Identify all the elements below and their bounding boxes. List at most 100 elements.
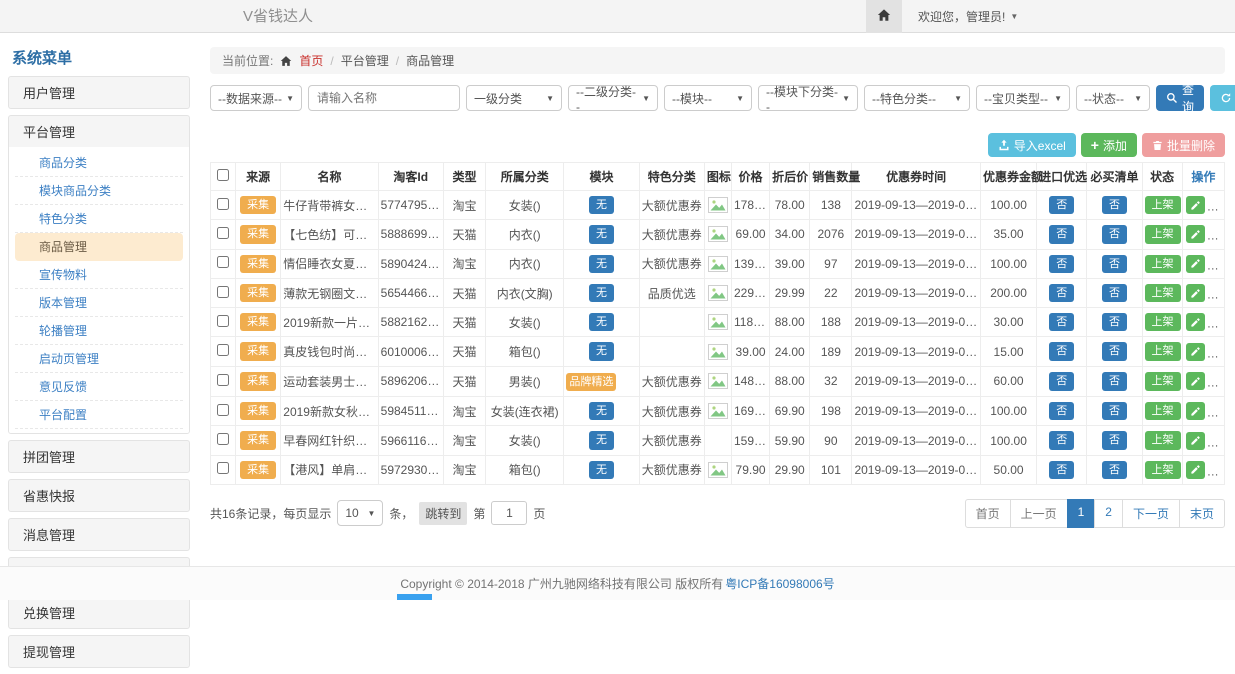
sidebar-subitem[interactable]: 模块商品分类	[15, 177, 183, 205]
row-checkbox[interactable]	[217, 374, 229, 386]
sidebar-subitem-active[interactable]: 商品管理	[15, 233, 183, 261]
batch-delete-button[interactable]: 批量删除	[1142, 133, 1225, 157]
edit-button[interactable]	[1186, 255, 1205, 273]
sidebar-subitem[interactable]: 启动页管理	[15, 345, 183, 373]
row-checkbox[interactable]	[217, 227, 229, 239]
sidebar-subitem[interactable]: 轮播管理	[15, 317, 183, 345]
edit-button[interactable]	[1186, 284, 1205, 302]
edit-button[interactable]	[1186, 372, 1205, 390]
must-buy-toggle[interactable]: 否	[1102, 313, 1127, 331]
row-checkbox[interactable]	[217, 344, 229, 356]
pager-button[interactable]: 末页	[1179, 499, 1225, 528]
add-button[interactable]: + 添加	[1081, 133, 1137, 157]
sidebar-subitem[interactable]: 宣传物料	[15, 261, 183, 289]
import-select-toggle[interactable]: 否	[1049, 225, 1074, 243]
must-buy-toggle[interactable]: 否	[1102, 284, 1127, 302]
search-button[interactable]: 查询	[1156, 85, 1204, 111]
must-buy-toggle[interactable]: 否	[1102, 225, 1127, 243]
must-buy-toggle[interactable]: 否	[1102, 431, 1127, 449]
import-excel-button[interactable]: 导入excel	[988, 133, 1076, 157]
import-select-toggle[interactable]: 否	[1049, 196, 1074, 214]
select-all-checkbox[interactable]	[217, 169, 229, 181]
pager-button[interactable]: 首页	[965, 499, 1011, 528]
filter-item-type[interactable]: --宝贝类型--▼	[976, 85, 1070, 111]
import-select-toggle[interactable]: 否	[1049, 284, 1074, 302]
status-toggle[interactable]: 上架	[1145, 313, 1181, 331]
row-checkbox[interactable]	[217, 315, 229, 327]
import-select-toggle[interactable]: 否	[1049, 342, 1074, 360]
sidebar-subitem[interactable]: 意见反馈	[15, 373, 183, 401]
import-select-toggle[interactable]: 否	[1049, 461, 1074, 479]
edit-button[interactable]	[1186, 402, 1205, 420]
cell-must-buy: 否	[1087, 455, 1142, 484]
sidebar-subitem[interactable]: 版本管理	[15, 289, 183, 317]
pager-button[interactable]: 上一页	[1010, 499, 1068, 528]
status-toggle[interactable]: 上架	[1145, 225, 1181, 243]
sidebar-item-user-management[interactable]: 用户管理	[9, 77, 189, 108]
import-select-toggle[interactable]: 否	[1049, 431, 1074, 449]
import-select-toggle[interactable]: 否	[1049, 372, 1074, 390]
edit-button[interactable]	[1186, 313, 1205, 331]
edit-button[interactable]	[1186, 432, 1205, 450]
page-number-input[interactable]	[491, 501, 527, 525]
sidebar-item-withdrawal-management[interactable]: 提现管理	[9, 636, 189, 667]
status-toggle[interactable]: 上架	[1145, 196, 1181, 214]
import-select-toggle[interactable]: 否	[1049, 402, 1074, 420]
must-buy-toggle[interactable]: 否	[1102, 196, 1127, 214]
import-select-toggle[interactable]: 否	[1049, 255, 1074, 273]
row-checkbox[interactable]	[217, 256, 229, 268]
filter-level2-category-value: --二级分类--	[576, 83, 638, 114]
reset-button[interactable]: 重置	[1210, 85, 1235, 111]
sidebar-item-group-buy-management[interactable]: 拼团管理	[9, 441, 189, 472]
must-buy-toggle[interactable]: 否	[1102, 255, 1127, 273]
status-toggle[interactable]: 上架	[1145, 342, 1181, 360]
filter-module-subcategory[interactable]: --模块下分类--▼	[758, 85, 858, 111]
filter-data-source[interactable]: --数据来源--▼	[210, 85, 302, 111]
pager-button[interactable]: 下一页	[1122, 499, 1180, 528]
edit-button[interactable]	[1186, 343, 1205, 361]
status-toggle[interactable]: 上架	[1145, 402, 1181, 420]
sidebar-subitem[interactable]: 商品分类	[15, 149, 183, 177]
filter-module[interactable]: --模块--▼	[664, 85, 752, 111]
filter-level1-category[interactable]: 一级分类▼	[466, 85, 562, 111]
jump-button[interactable]: 跳转到	[419, 502, 467, 525]
sidebar-item-platform-management[interactable]: 平台管理	[9, 116, 189, 147]
edit-button[interactable]	[1186, 196, 1205, 214]
sidebar-subitem[interactable]: 平台配置	[15, 401, 183, 429]
must-buy-toggle[interactable]: 否	[1102, 402, 1127, 420]
home-button[interactable]	[866, 0, 902, 33]
row-checkbox[interactable]	[217, 433, 229, 445]
must-buy-toggle[interactable]: 否	[1102, 461, 1127, 479]
row-checkbox[interactable]	[217, 198, 229, 210]
sidebar-item-exchange-management[interactable]: 兑换管理	[9, 597, 189, 628]
filter-feature-category[interactable]: --特色分类--▼	[864, 85, 970, 111]
import-select-toggle[interactable]: 否	[1049, 313, 1074, 331]
pager-current-page[interactable]: 1	[1067, 499, 1096, 528]
per-page-select[interactable]: 10 ▼	[337, 500, 383, 526]
row-checkbox[interactable]	[217, 404, 229, 416]
must-buy-toggle[interactable]: 否	[1102, 342, 1127, 360]
status-toggle[interactable]: 上架	[1145, 372, 1181, 390]
filter-name-input[interactable]	[308, 85, 460, 111]
sidebar-subitem[interactable]: 特色分类	[15, 205, 183, 233]
user-menu[interactable]: 欢迎您，管理员! ▼	[918, 8, 1018, 25]
row-checkbox[interactable]	[217, 286, 229, 298]
filter-level2-category[interactable]: --二级分类--▼	[568, 85, 658, 111]
status-toggle[interactable]: 上架	[1145, 255, 1181, 273]
sidebar-item-message-management[interactable]: 消息管理	[9, 519, 189, 550]
icp-link[interactable]: 粤ICP备16098006号	[725, 575, 834, 592]
cell-feature-category	[639, 337, 704, 366]
sidebar-item-savings-news[interactable]: 省惠快报	[9, 480, 189, 511]
toolbar: 导入excel + 添加 批量删除	[210, 133, 1225, 157]
edit-button[interactable]	[1186, 461, 1205, 479]
must-buy-toggle[interactable]: 否	[1102, 372, 1127, 390]
pager-button[interactable]: 2	[1094, 499, 1123, 528]
row-checkbox[interactable]	[217, 462, 229, 474]
breadcrumb-home-link[interactable]: 首页	[299, 52, 323, 69]
edit-button[interactable]	[1186, 225, 1205, 243]
cell-checkbox	[211, 426, 236, 455]
filter-status[interactable]: --状态--▼	[1076, 85, 1150, 111]
status-toggle[interactable]: 上架	[1145, 461, 1181, 479]
status-toggle[interactable]: 上架	[1145, 284, 1181, 302]
status-toggle[interactable]: 上架	[1145, 431, 1181, 449]
